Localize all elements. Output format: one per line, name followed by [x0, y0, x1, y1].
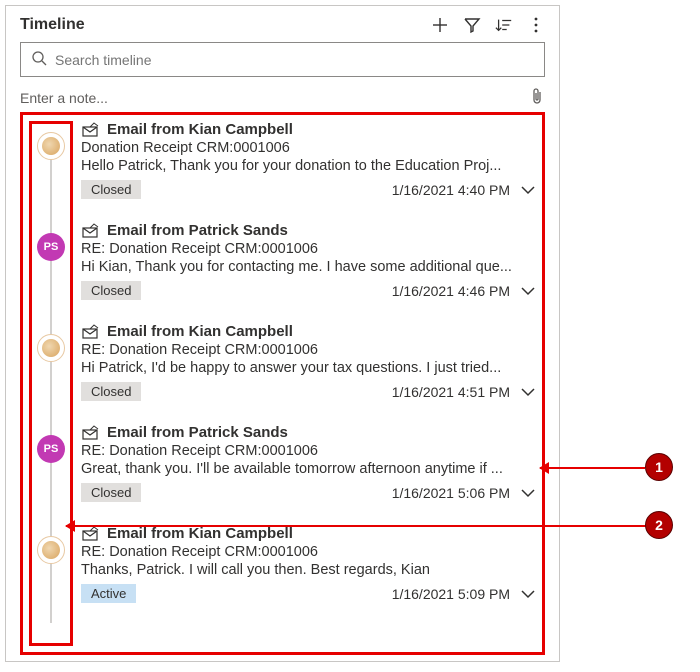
email-icon [81, 526, 99, 542]
status-badge: Closed [81, 382, 141, 401]
annotation-callout-1: 1 [645, 453, 673, 481]
status-badge: Active [81, 584, 136, 603]
search-icon [31, 50, 47, 69]
annotation-arrow-1 [540, 467, 645, 469]
timeline-panel: Timeline Enter a note... [5, 5, 560, 662]
status-badge: Closed [81, 281, 141, 300]
entry-header: Email from Patrick Sands [81, 222, 536, 239]
email-icon [81, 223, 99, 239]
timeline-entry[interactable]: Email from Kian Campbell RE: Donation Rec… [81, 525, 536, 626]
timeline-entry[interactable]: Email from Patrick Sands RE: Donation Rec… [81, 424, 536, 525]
entry-timestamp: 1/16/2021 5:06 PM [392, 485, 510, 501]
status-badge: Closed [81, 180, 141, 199]
avatar [37, 334, 65, 362]
entry-title: Email from Kian Campbell [107, 525, 293, 542]
email-icon [81, 425, 99, 441]
entry-body: Thanks, Patrick. I will call you then. B… [81, 562, 536, 578]
entry-subject: RE: Donation Receipt CRM:0001006 [81, 342, 536, 358]
annotation-main-box: PS PS Email from Kian Campbell Donation Re… [20, 112, 545, 655]
entry-title: Email from Kian Campbell [107, 121, 293, 138]
annotation-callout-2: 2 [645, 511, 673, 539]
email-icon [81, 122, 99, 138]
timeline-entry[interactable]: Email from Kian Campbell Donation Receipt… [81, 121, 536, 222]
entry-footer: Closed 1/16/2021 4:51 PM [81, 382, 536, 401]
entry-title: Email from Kian Campbell [107, 323, 293, 340]
entry-timestamp: 1/16/2021 5:09 PM [392, 586, 510, 602]
entry-title: Email from Patrick Sands [107, 424, 288, 441]
entry-footer: Closed 1/16/2021 4:40 PM [81, 180, 536, 199]
entry-footer: Active 1/16/2021 5:09 PM [81, 584, 536, 603]
annotation-arrow-2 [66, 525, 646, 527]
avatar: PS [37, 233, 65, 261]
chevron-down-icon[interactable] [520, 588, 536, 600]
entry-timestamp: 1/16/2021 4:51 PM [392, 384, 510, 400]
search-input[interactable] [55, 52, 534, 68]
email-icon [81, 324, 99, 340]
entry-body: Great, thank you. I'll be available tomo… [81, 461, 536, 477]
search-field[interactable] [20, 42, 545, 77]
more-icon[interactable] [527, 16, 545, 34]
entry-body: Hello Patrick, Thank you for your donati… [81, 158, 536, 174]
entry-title: Email from Patrick Sands [107, 222, 288, 239]
entry-subject: Donation Receipt CRM:0001006 [81, 140, 536, 156]
chevron-down-icon[interactable] [520, 285, 536, 297]
chevron-down-icon[interactable] [520, 184, 536, 196]
timeline-entry[interactable]: Email from Kian Campbell RE: Donation Rec… [81, 323, 536, 424]
entry-body: Hi Patrick, I'd be happy to answer your … [81, 360, 536, 376]
chevron-down-icon[interactable] [520, 386, 536, 398]
entry-subject: RE: Donation Receipt CRM:0001006 [81, 544, 536, 560]
entry-footer: Closed 1/16/2021 4:46 PM [81, 281, 536, 300]
entry-timestamp: 1/16/2021 4:46 PM [392, 283, 510, 299]
filter-icon[interactable] [463, 16, 481, 34]
page-title: Timeline [20, 16, 85, 34]
avatar [37, 536, 65, 564]
note-row: Enter a note... [20, 87, 545, 108]
avatar: PS [37, 435, 65, 463]
attachment-icon[interactable] [529, 87, 545, 108]
status-badge: Closed [81, 483, 141, 502]
entry-body: Hi Kian, Thank you for contacting me. I … [81, 259, 536, 275]
entry-timestamp: 1/16/2021 4:40 PM [392, 182, 510, 198]
entry-subject: RE: Donation Receipt CRM:0001006 [81, 443, 536, 459]
avatar [37, 132, 65, 160]
timeline-entry[interactable]: Email from Patrick Sands RE: Donation Rec… [81, 222, 536, 323]
header-row: Timeline [20, 16, 545, 34]
add-icon[interactable] [431, 16, 449, 34]
header-actions [431, 16, 545, 34]
entry-header: Email from Kian Campbell [81, 525, 536, 542]
entry-footer: Closed 1/16/2021 5:06 PM [81, 483, 536, 502]
annotation-avatar-box: PS PS [29, 121, 73, 646]
entries-list: Email from Kian Campbell Donation Receipt… [81, 121, 536, 646]
entry-header: Email from Patrick Sands [81, 424, 536, 441]
chevron-down-icon[interactable] [520, 487, 536, 499]
entry-header: Email from Kian Campbell [81, 121, 536, 138]
note-input[interactable]: Enter a note... [20, 90, 108, 106]
sort-icon[interactable] [495, 16, 513, 34]
entry-header: Email from Kian Campbell [81, 323, 536, 340]
entry-subject: RE: Donation Receipt CRM:0001006 [81, 241, 536, 257]
